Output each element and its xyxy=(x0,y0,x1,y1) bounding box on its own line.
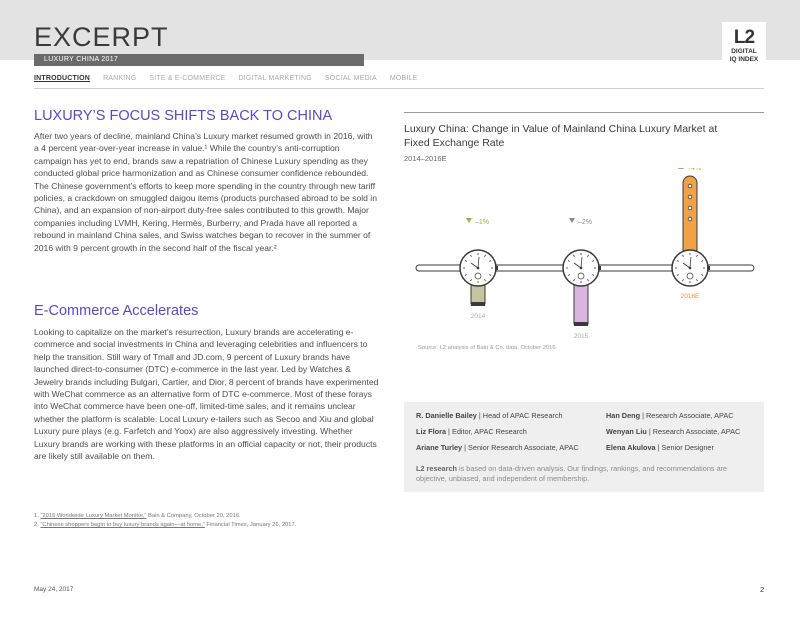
chart-divider xyxy=(404,112,764,113)
logo-line-2: IQ INDEX xyxy=(729,55,759,63)
value-arrow xyxy=(466,218,472,223)
footnote-text: Bain & Company, October 20, 2016. xyxy=(146,513,241,519)
report-tag: LUXURY CHINA 2017 xyxy=(34,54,364,66)
watch-chart: –1% 2014 –2% 2015 +4% 2016E xyxy=(415,168,755,340)
article-heading: LUXURY’S FOCUS SHIFTS BACK TO CHINA xyxy=(34,108,333,124)
watch-pin xyxy=(579,266,583,270)
footnote-text: Financial Times, January 26, 2017. xyxy=(204,522,297,528)
strap-hole xyxy=(687,205,693,211)
logo-line-1: DIGITAL xyxy=(731,48,757,55)
team-member: Elena Akulova | Senior Designer xyxy=(606,443,714,452)
watch-pin xyxy=(476,266,480,270)
page-number: 2 xyxy=(760,585,765,594)
footnotes: 1. “2016 Worldwide Luxury Market Monitor… xyxy=(34,512,296,530)
article-subheading: E-Commerce Accelerates xyxy=(34,303,199,319)
strap-hole xyxy=(687,216,693,222)
strap-buckle xyxy=(574,322,588,326)
nav-item-mobile[interactable]: MOBILE xyxy=(390,74,418,86)
footnote-number: 1. xyxy=(34,513,39,519)
nav-item-ranking[interactable]: RANKING xyxy=(103,74,136,86)
team-member: R. Danielle Bailey | Head of APAC Resear… xyxy=(416,411,563,420)
chart-subtitle: 2014–2016E xyxy=(404,154,447,163)
footnote-link[interactable]: “Chinese shoppers begin to buy luxury br… xyxy=(40,522,204,528)
category-label: 2014 xyxy=(471,313,486,320)
footnote: 2. “Chinese shoppers begin to buy luxury… xyxy=(34,521,296,530)
chart-title: Luxury China: Change in Value of Mainlan… xyxy=(404,123,718,149)
watch-crown xyxy=(598,266,601,270)
team-member: Wenyan Liu | Research Associate, APAC xyxy=(606,427,741,436)
strap-hole xyxy=(687,183,693,189)
strap-hole xyxy=(687,194,693,200)
excerpt-label: EXCERPT xyxy=(34,22,169,52)
article-paragraph-1: After two years of decline, mainland Chi… xyxy=(34,131,377,253)
section-nav: INTRODUCTION RANKING SITE & E-COMMERCE D… xyxy=(34,74,418,86)
chart-source: Source: L2 analysis of Bain & Co. data, … xyxy=(418,345,558,351)
team-member: Han Deng | Research Associate, APAC xyxy=(606,411,734,420)
value-label: –2% xyxy=(578,219,592,226)
research-team-box: R. Danielle Bailey | Head of APAC Resear… xyxy=(404,402,764,492)
footnote-link[interactable]: “2016 Worldwide Luxury Market Monitor,” xyxy=(40,513,146,519)
team-member: Ariane Turley | Senior Research Associat… xyxy=(416,443,579,452)
value-arrow xyxy=(569,218,575,223)
watch-crown xyxy=(495,266,498,270)
category-label: 2016E xyxy=(681,293,700,300)
category-label: 2015 xyxy=(574,333,589,340)
value-label: +4% xyxy=(687,168,701,172)
footer-date: May 24, 2017 xyxy=(34,586,74,593)
article-paragraph-2: Looking to capitalize on the market’s re… xyxy=(34,327,379,462)
nav-item-site-ecommerce[interactable]: SITE & E-COMMERCE xyxy=(149,74,225,86)
value-label: –1% xyxy=(475,219,489,226)
watch-crown xyxy=(707,266,710,270)
nav-item-social-media[interactable]: SOCIAL MEDIA xyxy=(325,74,377,86)
nav-item-introduction[interactable]: INTRODUCTION xyxy=(34,74,90,86)
strap-buckle xyxy=(471,302,485,306)
nav-item-digital-marketing[interactable]: DIGITAL MARKETING xyxy=(239,74,312,86)
footnote: 1. “2016 Worldwide Luxury Market Monitor… xyxy=(34,512,296,521)
nav-divider xyxy=(34,88,764,89)
l2-logo: L2 DIGITAL IQ INDEX xyxy=(722,22,766,72)
watch-pin xyxy=(688,266,692,270)
logo-mark: L2 xyxy=(733,27,755,48)
footnote-number: 2. xyxy=(34,522,39,528)
value-arrow xyxy=(678,168,684,169)
l2-research-note: L2 research is based on data-driven anal… xyxy=(416,464,728,483)
team-member: Liz Flora | Editor, APAC Research xyxy=(416,427,527,436)
